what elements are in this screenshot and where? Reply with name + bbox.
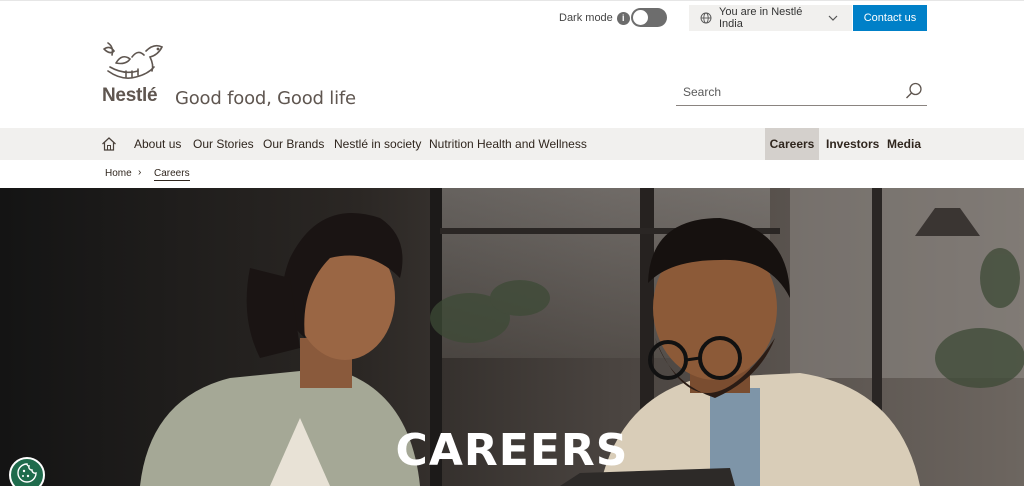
search-input[interactable]	[683, 83, 883, 101]
hero-banner: CAREERS	[0, 188, 1024, 486]
breadcrumb-home[interactable]: Home	[105, 168, 132, 179]
dark-mode-label: Dark mode	[559, 12, 613, 24]
dark-mode-toggle[interactable]	[631, 8, 667, 27]
toggle-knob	[633, 10, 648, 25]
dark-mode-label-group: Dark mode i	[559, 9, 630, 27]
nav-item-nutrition-health-wellness[interactable]: Nutrition Health and Wellness	[429, 128, 587, 160]
info-icon[interactable]: i	[616, 11, 630, 25]
search-icon[interactable]	[905, 82, 923, 100]
search-box	[676, 78, 927, 106]
nav-item-our-stories[interactable]: Our Stories	[193, 128, 254, 160]
main-navigation: About us Our Stories Our Brands Nestlé i…	[0, 128, 1024, 160]
country-selector[interactable]: You are in Nestlé India	[689, 5, 852, 31]
hero-title: CAREERS	[395, 425, 629, 476]
nav-item-our-brands[interactable]: Our Brands	[263, 128, 324, 160]
breadcrumb-current[interactable]: Careers	[154, 168, 190, 181]
nav-item-nestle-in-society[interactable]: Nestlé in society	[334, 128, 421, 160]
contact-us-button[interactable]: Contact us	[853, 5, 927, 31]
nav-item-media[interactable]: Media	[887, 128, 921, 160]
nav-item-careers[interactable]: Careers	[765, 128, 819, 160]
cookie-icon	[16, 462, 38, 486]
country-label: You are in Nestlé India	[719, 6, 803, 30]
cookie-settings-button[interactable]	[9, 457, 45, 486]
home-icon[interactable]	[101, 136, 117, 152]
nestle-wordmark: Nestlé	[102, 85, 158, 106]
utility-bar: Dark mode i You are in Nestlé India Cont…	[0, 0, 1024, 34]
chevron-down-icon	[828, 15, 838, 21]
globe-icon	[700, 12, 712, 24]
nav-item-investors[interactable]: Investors	[826, 128, 879, 160]
brand-tagline: Good food, Good life	[175, 88, 356, 109]
breadcrumb-separator: ›	[138, 167, 142, 178]
nav-item-about-us[interactable]: About us	[134, 128, 181, 160]
